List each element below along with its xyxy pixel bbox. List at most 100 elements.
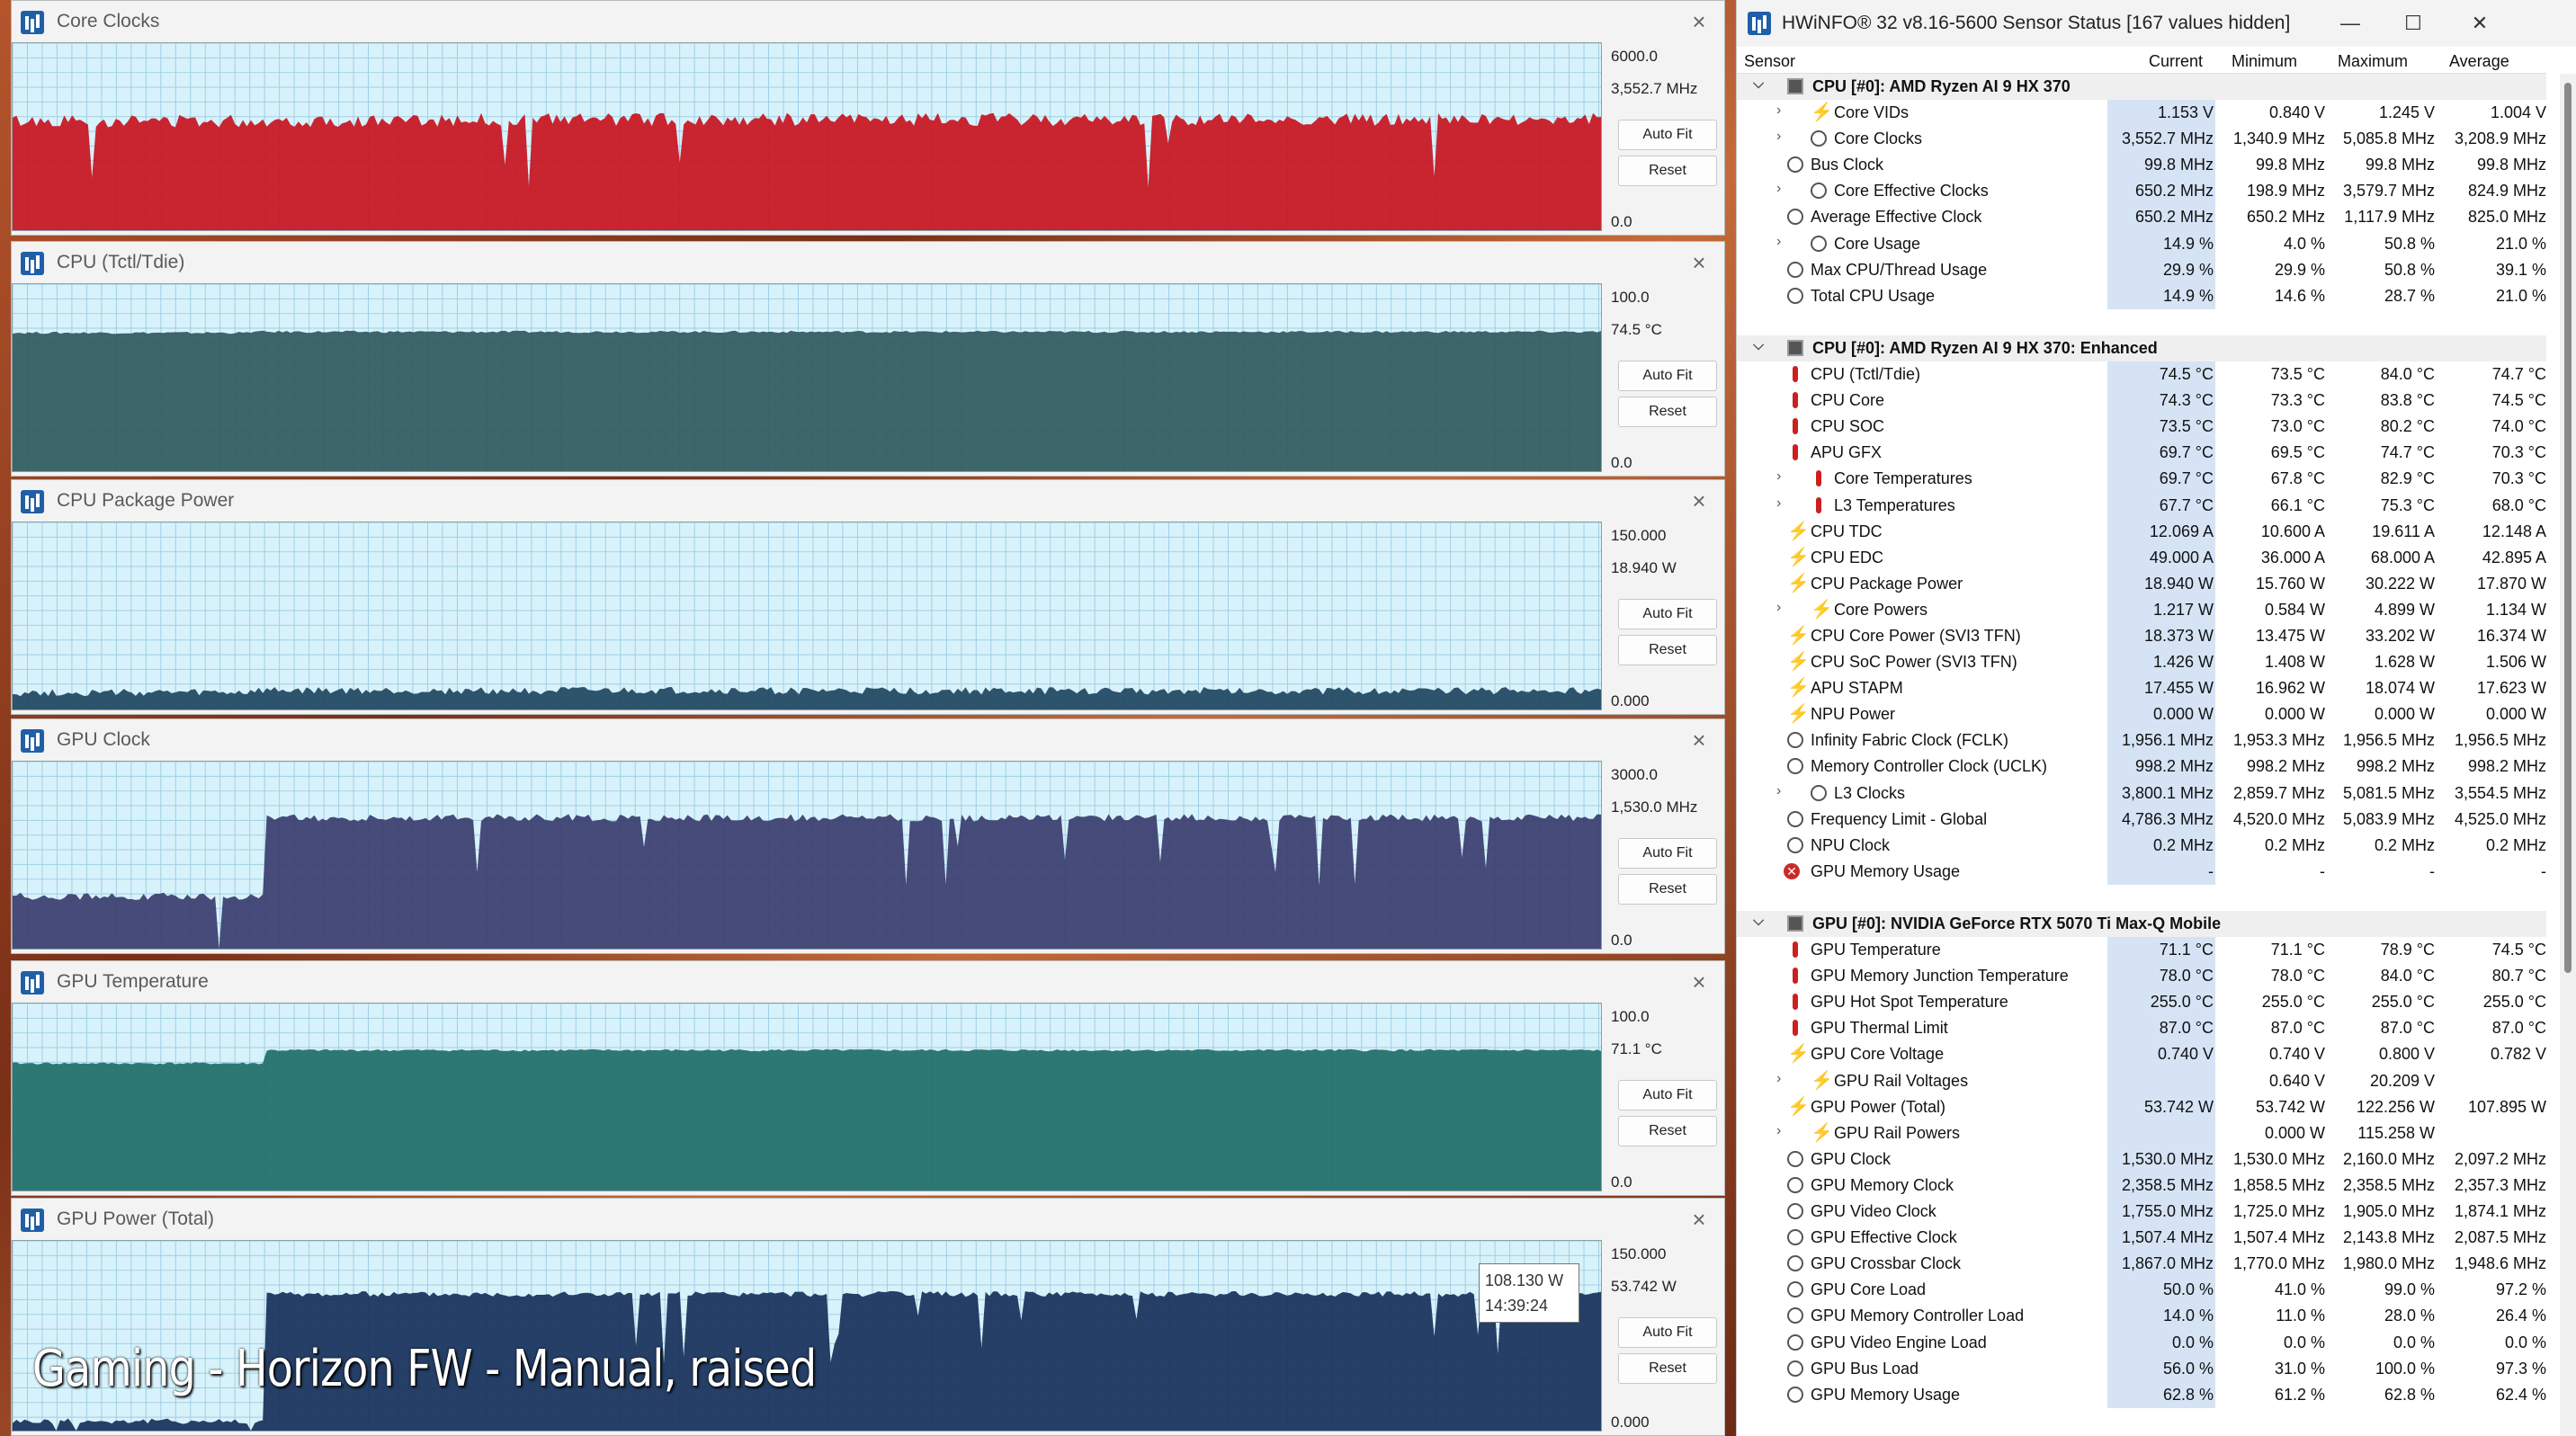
col-minimum[interactable]: Minimum — [2232, 52, 2297, 71]
sensor-row[interactable]: › L3 Clocks 3,800.1 MHz 2,859.7 MHz 5,08… — [1737, 780, 2546, 807]
expand-chevron-icon[interactable]: › — [1776, 783, 1791, 799]
sensor-group[interactable]: ⌵ CPU [#0]: AMD Ryzen AI 9 HX 370 — [1737, 74, 2546, 101]
col-average[interactable]: Average — [2449, 52, 2509, 71]
sensor-row[interactable]: › ⚡ GPU Rail Powers 0.000 W 115.258 W — [1737, 1119, 2546, 1146]
close-icon[interactable]: × — [1686, 969, 1712, 994]
sensor-row[interactable]: GPU Hot Spot Temperature 255.0 °C 255.0 … — [1737, 989, 2546, 1016]
auto-fit-button[interactable]: Auto Fit — [1618, 1317, 1717, 1348]
collapse-chevron-icon[interactable]: ⌵ — [1753, 914, 1767, 930]
graph-titlebar[interactable]: GPU Temperature × — [12, 961, 1724, 1003]
sensor-row[interactable]: › ⚡ Core Powers 1.217 W 0.584 W 4.899 W … — [1737, 596, 2546, 623]
sensor-row[interactable]: › Core Clocks 3,552.7 MHz 1,340.9 MHz 5,… — [1737, 126, 2546, 153]
sensor-row[interactable]: GPU Memory Junction Temperature 78.0 °C … — [1737, 963, 2546, 990]
auto-fit-button[interactable]: Auto Fit — [1618, 599, 1717, 629]
sensor-row[interactable]: GPU Memory Usage 62.8 % 61.2 % 62.8 % 62… — [1737, 1381, 2546, 1408]
sensor-row[interactable]: CPU Core 74.3 °C 73.3 °C 83.8 °C 74.5 °C — [1737, 388, 2546, 415]
sensor-row[interactable]: GPU Clock 1,530.0 MHz 1,530.0 MHz 2,160.… — [1737, 1146, 2546, 1173]
sensor-row[interactable]: GPU Temperature 71.1 °C 71.1 °C 78.9 °C … — [1737, 937, 2546, 964]
expand-chevron-icon[interactable]: › — [1776, 1071, 1791, 1087]
sensor-row[interactable]: ⚡ NPU Power 0.000 W 0.000 W 0.000 W 0.00… — [1737, 701, 2546, 728]
sensor-row[interactable]: GPU Bus Load 56.0 % 31.0 % 100.0 % 97.3 … — [1737, 1355, 2546, 1382]
sensor-row[interactable]: ⚡ CPU SoC Power (SVI3 TFN) 1.426 W 1.408… — [1737, 649, 2546, 676]
maximize-icon[interactable]: ☐ — [2386, 9, 2440, 38]
expand-chevron-icon[interactable]: › — [1776, 129, 1791, 145]
auto-fit-button[interactable]: Auto Fit — [1618, 120, 1717, 150]
close-icon[interactable]: × — [1686, 488, 1712, 513]
reset-button[interactable]: Reset — [1618, 635, 1717, 665]
reset-button[interactable]: Reset — [1618, 156, 1717, 186]
sensor-row[interactable]: › Core Usage 14.9 % 4.0 % 50.8 % 21.0 % — [1737, 230, 2546, 257]
expand-chevron-icon[interactable]: › — [1776, 468, 1791, 485]
graph-titlebar[interactable]: GPU Power (Total) × — [12, 1199, 1724, 1240]
collapse-chevron-icon[interactable]: ⌵ — [1753, 76, 1767, 93]
sensor-row[interactable]: ⚡ CPU Package Power 18.940 W 15.760 W 30… — [1737, 570, 2546, 597]
sensor-row[interactable]: Average Effective Clock 650.2 MHz 650.2 … — [1737, 204, 2546, 231]
minimize-icon[interactable]: — — [2323, 9, 2377, 38]
scrollbar-thumb[interactable] — [2564, 83, 2572, 973]
graph-titlebar[interactable]: CPU Package Power × — [12, 480, 1724, 522]
expand-chevron-icon[interactable]: › — [1776, 181, 1791, 197]
value-average: 42.895 A — [2482, 548, 2546, 566]
close-icon[interactable]: ✕ — [2453, 9, 2507, 38]
sensor-row[interactable]: Frequency Limit - Global 4,786.3 MHz 4,5… — [1737, 806, 2546, 833]
close-icon[interactable]: × — [1686, 1207, 1712, 1232]
sensor-row[interactable]: NPU Clock 0.2 MHz 0.2 MHz 0.2 MHz 0.2 MH… — [1737, 832, 2546, 859]
expand-chevron-icon[interactable]: › — [1776, 234, 1791, 250]
sensor-group[interactable]: ⌵ GPU [#0]: NVIDIA GeForce RTX 5070 Ti M… — [1737, 911, 2546, 938]
sensor-row[interactable]: › ⚡ Core VIDs 1.153 V 0.840 V 1.245 V 1.… — [1737, 100, 2546, 127]
collapse-chevron-icon[interactable]: ⌵ — [1753, 338, 1767, 354]
sensor-group[interactable]: ⌵ CPU [#0]: AMD Ryzen AI 9 HX 370: Enhan… — [1737, 334, 2546, 362]
value-current: 29.9 % — [2162, 260, 2214, 279]
col-sensor[interactable]: Sensor — [1744, 52, 1795, 71]
sensor-row[interactable]: › ⚡ GPU Rail Voltages 0.640 V 20.209 V — [1737, 1067, 2546, 1094]
sensor-row[interactable]: Memory Controller Clock (UCLK) 998.2 MHz… — [1737, 754, 2546, 780]
sensor-row[interactable]: ⚡ CPU EDC 49.000 A 36.000 A 68.000 A 42.… — [1737, 544, 2546, 571]
expand-chevron-icon[interactable]: › — [1776, 103, 1791, 119]
sensor-row[interactable]: GPU Core Load 50.0 % 41.0 % 99.0 % 97.2 … — [1737, 1277, 2546, 1304]
sensor-row[interactable]: Infinity Fabric Clock (FCLK) 1,956.1 MHz… — [1737, 727, 2546, 754]
column-header[interactable]: Sensor Current Minimum Maximum Average — [1737, 50, 2546, 74]
sensor-row[interactable]: GPU Memory Clock 2,358.5 MHz 1,858.5 MHz… — [1737, 1172, 2546, 1200]
sensor-row[interactable]: GPU Thermal Limit 87.0 °C 87.0 °C 87.0 °… — [1737, 1015, 2546, 1042]
close-icon[interactable]: × — [1686, 250, 1712, 275]
sensor-row[interactable]: ⚡ GPU Core Voltage 0.740 V 0.740 V 0.800… — [1737, 1041, 2546, 1068]
auto-fit-button[interactable]: Auto Fit — [1618, 361, 1717, 391]
sensor-row[interactable]: ✕ GPU Memory Usage - - - - — [1737, 858, 2546, 885]
sensor-row[interactable]: CPU SOC 73.5 °C 73.0 °C 80.2 °C 74.0 °C — [1737, 414, 2546, 441]
sensor-row[interactable]: GPU Memory Controller Load 14.0 % 11.0 %… — [1737, 1303, 2546, 1330]
sensor-row[interactable]: GPU Video Engine Load 0.0 % 0.0 % 0.0 % … — [1737, 1329, 2546, 1356]
sensor-row[interactable]: Bus Clock 99.8 MHz 99.8 MHz 99.8 MHz 99.… — [1737, 152, 2546, 179]
sensor-scrollbar[interactable] — [2560, 74, 2576, 1436]
auto-fit-button[interactable]: Auto Fit — [1618, 838, 1717, 869]
sensor-row[interactable]: Max CPU/Thread Usage 29.9 % 29.9 % 50.8 … — [1737, 256, 2546, 283]
col-current[interactable]: Current — [2149, 52, 2203, 71]
sensor-window-titlebar[interactable]: HWiNFO® 32 v8.16-5600 Sensor Status [167… — [1737, 0, 2576, 47]
sensor-row[interactable]: CPU (Tctl/Tdie) 74.5 °C 73.5 °C 84.0 °C … — [1737, 361, 2546, 388]
sensor-row[interactable]: › Core Temperatures 69.7 °C 67.8 °C 82.9… — [1737, 466, 2546, 493]
auto-fit-button[interactable]: Auto Fit — [1618, 1080, 1717, 1110]
graph-titlebar[interactable]: GPU Clock × — [12, 719, 1724, 761]
sensor-row[interactable]: › Core Effective Clocks 650.2 MHz 198.9 … — [1737, 178, 2546, 205]
sensor-row[interactable]: ⚡ APU STAPM 17.455 W 16.962 W 18.074 W 1… — [1737, 675, 2546, 702]
close-icon[interactable]: × — [1686, 727, 1712, 753]
sensor-row[interactable]: ⚡ CPU Core Power (SVI3 TFN) 18.373 W 13.… — [1737, 622, 2546, 650]
col-maximum[interactable]: Maximum — [2338, 52, 2408, 71]
reset-button[interactable]: Reset — [1618, 1353, 1717, 1384]
sensor-row[interactable]: ⚡ CPU TDC 12.069 A 10.600 A 19.611 A 12.… — [1737, 518, 2546, 545]
sensor-row[interactable]: GPU Effective Clock 1,507.4 MHz 1,507.4 … — [1737, 1225, 2546, 1252]
sensor-row[interactable]: GPU Crossbar Clock 1,867.0 MHz 1,770.0 M… — [1737, 1251, 2546, 1278]
graph-titlebar[interactable]: CPU (Tctl/Tdie) × — [12, 242, 1724, 283]
sensor-row[interactable]: GPU Video Clock 1,755.0 MHz 1,725.0 MHz … — [1737, 1199, 2546, 1226]
reset-button[interactable]: Reset — [1618, 397, 1717, 427]
expand-chevron-icon[interactable]: › — [1776, 1123, 1791, 1139]
expand-chevron-icon[interactable]: › — [1776, 600, 1791, 616]
expand-chevron-icon[interactable]: › — [1776, 495, 1791, 512]
sensor-row[interactable]: Total CPU Usage 14.9 % 14.6 % 28.7 % 21.… — [1737, 282, 2546, 309]
sensor-row[interactable]: APU GFX 69.7 °C 69.5 °C 74.7 °C 70.3 °C — [1737, 440, 2546, 467]
reset-button[interactable]: Reset — [1618, 1116, 1717, 1146]
graph-titlebar[interactable]: Core Clocks × — [12, 1, 1724, 42]
reset-button[interactable]: Reset — [1618, 874, 1717, 905]
sensor-row[interactable]: › L3 Temperatures 67.7 °C 66.1 °C 75.3 °… — [1737, 492, 2546, 519]
sensor-row[interactable]: ⚡ GPU Power (Total) 53.742 W 53.742 W 12… — [1737, 1093, 2546, 1120]
close-icon[interactable]: × — [1686, 9, 1712, 34]
